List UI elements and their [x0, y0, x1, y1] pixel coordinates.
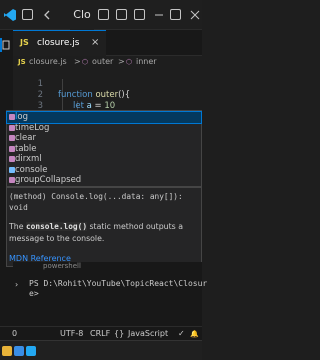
method-signature: (method) Console.log(...data: any[]): vo… [9, 192, 188, 212]
breadcrumb-file[interactable]: closure.js [29, 56, 67, 68]
panel-toggle-icon[interactable] [98, 9, 109, 20]
status-check-icon[interactable]: ✓ [178, 327, 185, 341]
terminal-tab[interactable]: powershell [43, 262, 81, 270]
autocomplete-list: log timeLog clear table dirxml console g… [6, 110, 202, 187]
javascript-file-icon: JS [20, 38, 29, 47]
code-line: 1 function outer(){ [13, 68, 202, 100]
breadcrumb-separator: > [118, 57, 125, 66]
method-description: The console.log() static method outputs … [9, 222, 184, 243]
explorer-icon[interactable] [2, 40, 12, 50]
suggestion-item[interactable]: console [7, 165, 201, 176]
breadcrumb-outer[interactable]: outer [92, 56, 113, 68]
suggestion-item[interactable]: clear [7, 133, 201, 144]
code-line: 2 let a = 10 [13, 79, 202, 111]
minimize-icon[interactable] [152, 8, 166, 22]
suggestion-item[interactable]: dirxml [7, 154, 201, 165]
tab-label: closure.js [37, 38, 80, 48]
browser-icon[interactable] [14, 346, 24, 356]
terminal-prompt: PS D:\Rohit\YouTube\TopicReact\Closur [29, 279, 208, 288]
file-explorer-icon[interactable] [2, 346, 12, 356]
breadcrumb: JS closure.js > ⬡ outer > ⬡ inner [13, 56, 202, 68]
function-symbol-icon: ⬡ [82, 58, 89, 66]
back-arrow-icon[interactable] [40, 8, 54, 22]
suggestion-details: (method) Console.log(...data: any[]): vo… [6, 187, 202, 267]
function-symbol-icon: ⬡ [126, 58, 133, 66]
code-line: 3 function inner(){ [13, 90, 202, 122]
vscode-logo-icon [4, 9, 16, 21]
terminal-prompt-chevron-icon: › [15, 280, 19, 289]
window-title-fragment: Clo [70, 0, 94, 30]
title-bar: Clo [0, 0, 202, 30]
status-encoding[interactable]: UTF-8 [60, 327, 83, 341]
suggestion-item[interactable]: timeLog [7, 123, 201, 134]
maximize-icon[interactable] [170, 9, 181, 20]
suggestion-item[interactable]: groupCollapsed [7, 175, 201, 186]
terminal-prompt-continuation: e> [29, 289, 39, 298]
suggestion-item[interactable]: table [7, 144, 201, 155]
vscode-taskbar-icon[interactable] [26, 346, 36, 356]
status-bar: 0 UTF-8 CRLF {} JavaScript ✓ 🔔 [0, 326, 202, 340]
status-language[interactable]: JavaScript [128, 327, 168, 341]
customize-layout-icon[interactable] [134, 9, 145, 20]
layout-toggle-icon[interactable] [22, 9, 33, 20]
breadcrumb-separator: > [74, 57, 81, 66]
status-language-icon: {} [114, 329, 125, 338]
breadcrumb-inner[interactable]: inner [136, 56, 157, 68]
tab-closure-js[interactable]: JS closure.js × [13, 30, 106, 56]
notifications-bell-icon[interactable]: 🔔 [190, 327, 199, 341]
tab-close-icon[interactable]: × [91, 37, 99, 48]
status-eol[interactable]: CRLF [90, 327, 110, 341]
javascript-file-icon: JS [18, 58, 26, 66]
os-taskbar [0, 340, 202, 360]
status-position[interactable]: 0 [12, 327, 17, 341]
editor-tab-bar: JS closure.js × [13, 30, 202, 56]
close-window-icon[interactable] [188, 8, 202, 22]
secondary-sidebar-toggle-icon[interactable] [116, 9, 127, 20]
suggestion-item[interactable]: log [6, 111, 202, 124]
code-editor[interactable]: 1 function outer(){ 2 let a = 10 3 funct… [13, 68, 202, 133]
